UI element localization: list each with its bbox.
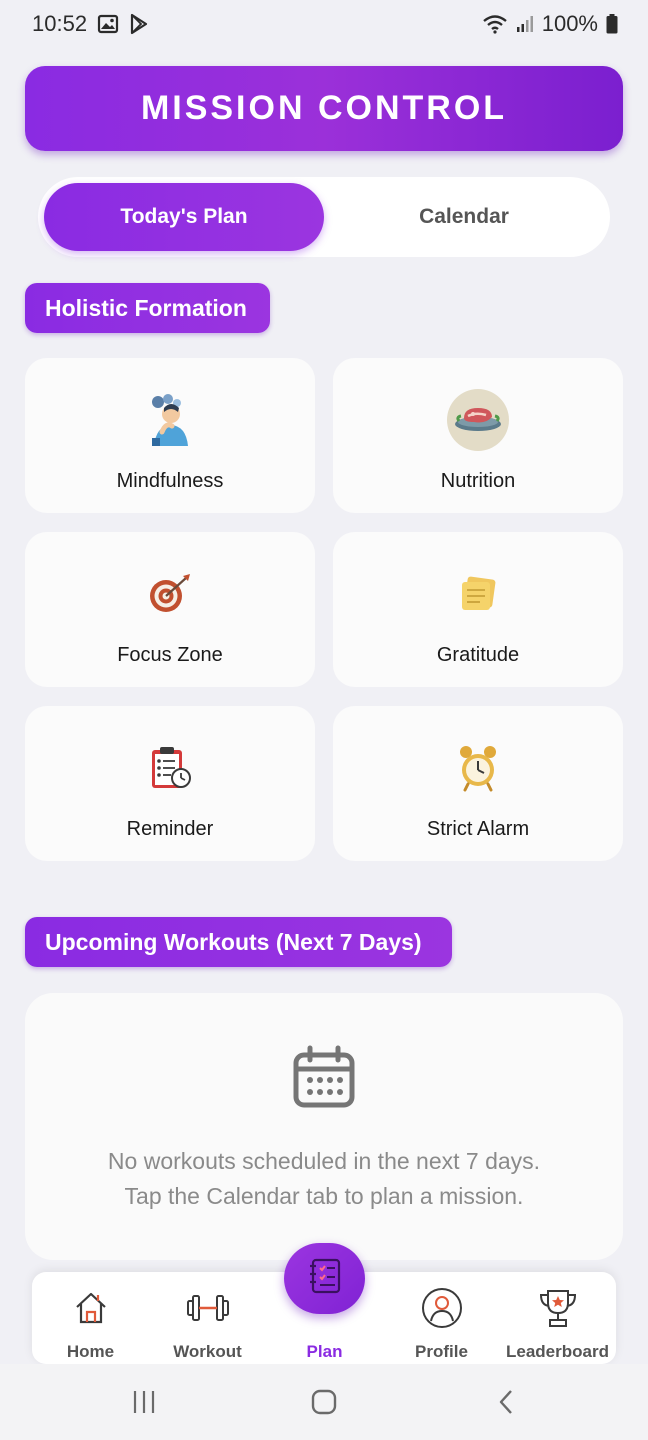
empty-message: No workouts scheduled in the next 7 days…	[108, 1144, 540, 1214]
sticky-notes-icon	[446, 562, 510, 626]
system-nav-bar	[0, 1364, 648, 1440]
nav-leaderboard[interactable]: Leaderboard	[499, 1272, 616, 1364]
tile-focus-zone[interactable]: Focus Zone	[25, 532, 315, 687]
gallery-icon	[97, 14, 119, 34]
tile-label: Nutrition	[440, 470, 516, 492]
nav-profile[interactable]: Profile	[383, 1272, 500, 1364]
plan-notebook-icon	[305, 1256, 345, 1301]
meditation-person-icon	[138, 388, 202, 452]
profile-icon	[421, 1286, 463, 1330]
tile-label: Mindfulness	[116, 470, 224, 492]
nav-label: Home	[66, 1342, 115, 1361]
page-title: MISSION CONTROL	[140, 89, 508, 127]
tile-strict-alarm[interactable]: Strict Alarm	[333, 706, 623, 861]
tile-label: Reminder	[126, 818, 214, 840]
home-system-button[interactable]	[304, 1384, 344, 1420]
tab-todays-plan[interactable]: Today's Plan	[44, 183, 324, 251]
trophy-icon	[538, 1286, 578, 1330]
tile-mindfulness[interactable]: Mindfulness	[25, 358, 315, 513]
tile-label: Focus Zone	[117, 644, 223, 666]
holistic-section-title: Holistic Formation	[25, 283, 270, 333]
signal-icon	[516, 15, 534, 33]
status-time: 10:52	[32, 11, 88, 36]
play-store-icon	[129, 13, 149, 35]
battery-icon	[606, 14, 618, 34]
empty-line-1: No workouts scheduled in the next 7 days…	[107, 1148, 541, 1174]
back-button[interactable]	[486, 1384, 526, 1420]
nav-label: Plan	[306, 1342, 343, 1361]
status-right: 100%	[482, 11, 618, 37]
status-left: 10:52	[32, 11, 149, 37]
upcoming-section-title: Upcoming Workouts (Next 7 Days)	[25, 917, 452, 967]
header-banner: MISSION CONTROL	[25, 66, 623, 151]
home-icon	[73, 1286, 109, 1330]
battery-percent: 100%	[541, 11, 598, 36]
wifi-icon	[482, 14, 508, 34]
empty-workouts-card: No workouts scheduled in the next 7 days…	[25, 993, 623, 1260]
tile-label: Gratitude	[436, 644, 520, 666]
nav-label: Workout	[173, 1342, 242, 1361]
clipboard-clock-icon	[138, 736, 202, 800]
nav-label: Profile	[415, 1342, 468, 1361]
dumbbell-icon	[186, 1286, 230, 1330]
plan-fab-button[interactable]	[284, 1243, 365, 1314]
recent-apps-button[interactable]	[124, 1384, 164, 1420]
tile-label: Strict Alarm	[426, 818, 530, 840]
tile-nutrition[interactable]: Nutrition	[333, 358, 623, 513]
tile-reminder[interactable]: Reminder	[25, 706, 315, 861]
nav-workout[interactable]: Workout	[149, 1272, 266, 1364]
calendar-icon	[292, 1045, 356, 1114]
nav-home[interactable]: Home	[32, 1272, 149, 1364]
tab-calendar[interactable]: Calendar	[324, 183, 604, 251]
status-bar: 10:52 100%	[0, 0, 648, 48]
nav-label: Leaderboard	[506, 1342, 609, 1361]
plan-tabs: Today's Plan Calendar	[38, 177, 610, 257]
tile-gratitude[interactable]: Gratitude	[333, 532, 623, 687]
steak-plate-icon	[446, 388, 510, 452]
empty-line-2: Tap the Calendar tab to plan a mission.	[124, 1183, 524, 1209]
alarm-clock-icon	[446, 736, 510, 800]
target-arrow-icon	[138, 562, 202, 626]
